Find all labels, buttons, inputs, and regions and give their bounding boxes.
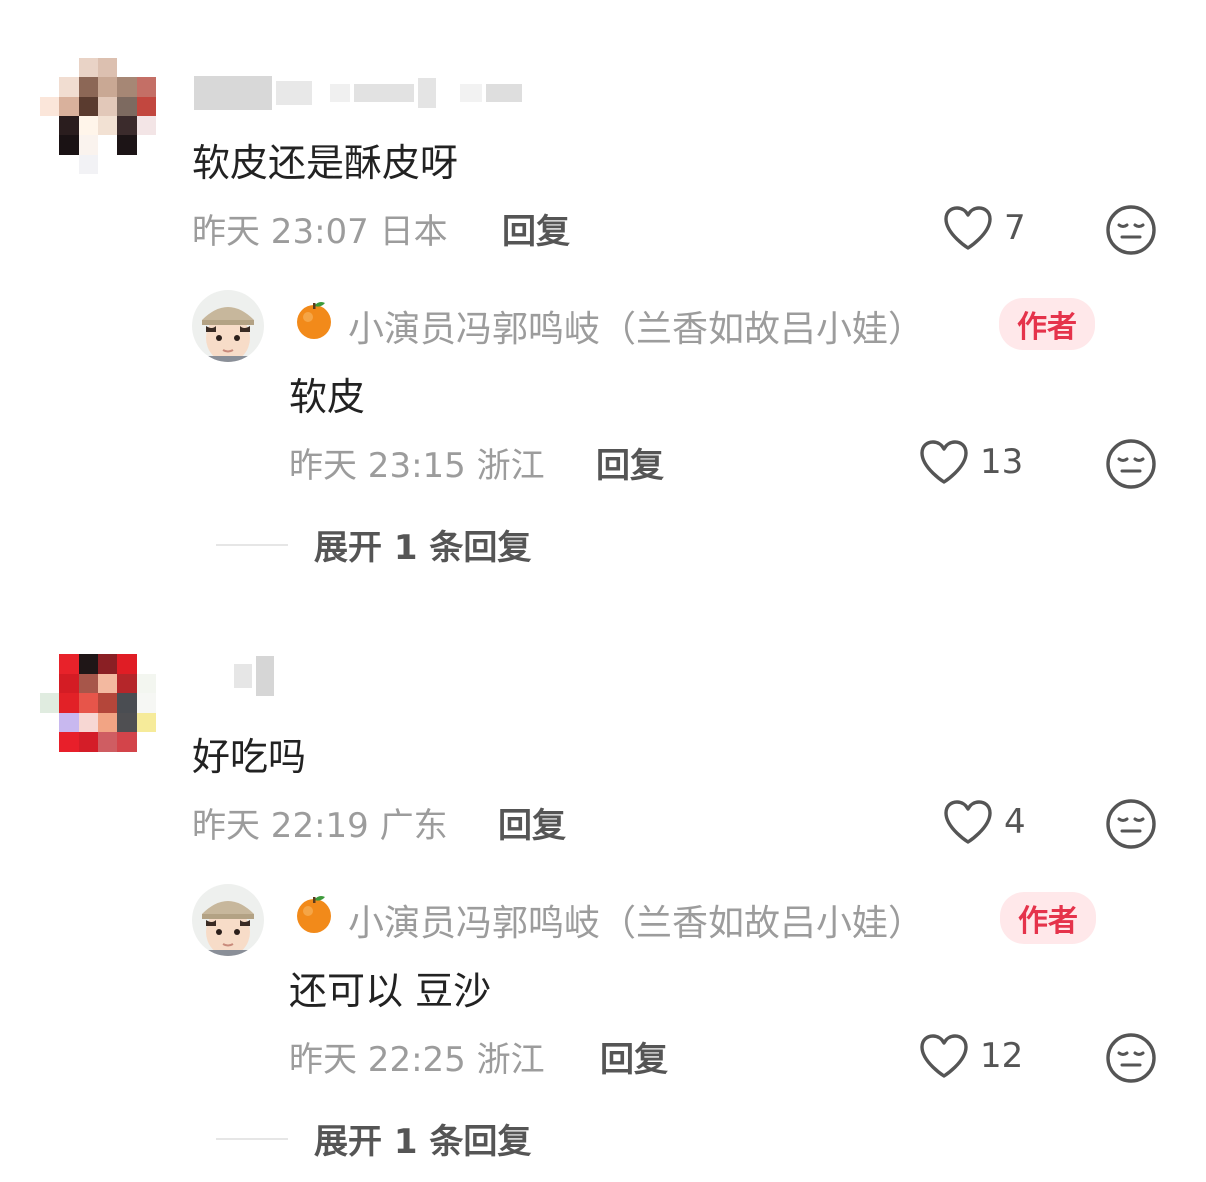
reply-time: 昨天 22:25 — [289, 1040, 466, 1080]
author-avatar[interactable] — [192, 290, 264, 362]
comment-location: 日本 — [379, 212, 448, 252]
expressionless-face-icon[interactable] — [1105, 1032, 1157, 1084]
expand-replies-label: 展开 1 条回复 — [314, 1122, 532, 1162]
divider-line — [216, 1137, 288, 1140]
like-count: 4 — [1004, 802, 1026, 842]
heart-outline-icon — [920, 1034, 968, 1078]
author-name[interactable]: 小演员冯郭鸣岐（兰香如故吕小娃） — [348, 300, 924, 352]
heart-outline-icon — [944, 800, 992, 844]
author-avatar[interactable] — [192, 884, 264, 956]
author-badge: 作者 — [999, 298, 1095, 350]
heart-outline-icon — [920, 440, 968, 484]
like-count: 12 — [980, 1036, 1024, 1076]
comment-text: 好吃吗 — [192, 735, 307, 779]
orange-emoji-icon — [297, 896, 331, 933]
reply-text: 软皮 — [289, 375, 366, 419]
comment-text: 软皮还是酥皮呀 — [192, 141, 459, 185]
commenter-name-blurred[interactable] — [194, 76, 522, 110]
reply-button[interactable]: 回复 — [498, 798, 566, 847]
reply-meta: 昨天 23:15 浙江 — [289, 438, 545, 487]
like-count: 13 — [980, 442, 1024, 482]
reply-button[interactable]: 回复 — [502, 204, 570, 253]
expand-replies-button[interactable]: 展开 1 条回复 — [216, 520, 531, 569]
commenter-avatar[interactable] — [40, 58, 156, 174]
like-button[interactable]: 4 — [942, 798, 1026, 846]
author-badge: 作者 — [1000, 892, 1096, 944]
expand-replies-label: 展开 1 条回复 — [314, 528, 532, 568]
like-button[interactable]: 12 — [918, 1032, 1023, 1080]
commenter-name-blurred[interactable] — [234, 656, 274, 696]
expressionless-face-icon[interactable] — [1105, 204, 1157, 256]
reply-location: 浙江 — [476, 1040, 545, 1080]
like-count: 7 — [1004, 208, 1026, 248]
comment-location: 广东 — [379, 806, 448, 846]
reply-location: 浙江 — [476, 446, 545, 486]
orange-emoji-icon — [297, 302, 331, 339]
expressionless-face-icon[interactable] — [1105, 798, 1157, 850]
reply-text: 还可以 豆沙 — [289, 969, 492, 1013]
divider-line — [216, 543, 288, 546]
reply-button[interactable]: 回复 — [596, 438, 664, 487]
author-name[interactable]: 小演员冯郭鸣岐（兰香如故吕小娃） — [348, 894, 924, 946]
reply-meta: 昨天 22:25 浙江 — [289, 1032, 545, 1081]
heart-outline-icon — [944, 206, 992, 250]
like-button[interactable]: 13 — [918, 438, 1023, 486]
expand-replies-button[interactable]: 展开 1 条回复 — [216, 1114, 531, 1163]
comment-meta: 昨天 23:07 日本 — [192, 204, 448, 253]
comment-meta: 昨天 22:19 广东 — [192, 798, 448, 847]
expressionless-face-icon[interactable] — [1105, 438, 1157, 490]
comment-time: 昨天 23:07 — [192, 212, 369, 252]
comment-time: 昨天 22:19 — [192, 806, 369, 846]
reply-button[interactable]: 回复 — [600, 1032, 668, 1081]
reply-time: 昨天 23:15 — [289, 446, 466, 486]
commenter-avatar[interactable] — [40, 654, 156, 752]
like-button[interactable]: 7 — [942, 204, 1026, 252]
